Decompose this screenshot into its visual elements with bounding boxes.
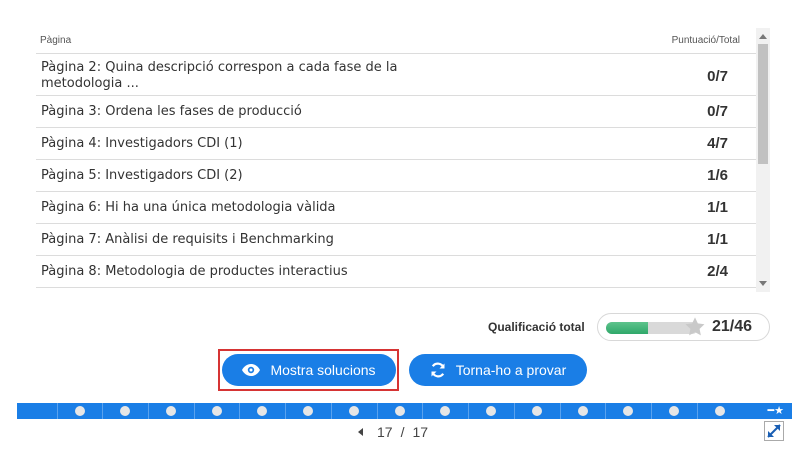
row-title: Pàgina 6: Hi ha una única metodologia và…	[41, 199, 336, 215]
pager-separator: /	[400, 424, 405, 440]
pager: 17 / 17	[358, 424, 428, 440]
row-score: 4/7	[707, 135, 728, 152]
total-score-label: Qualificació total	[488, 320, 585, 334]
table-row: Pàgina 3: Ordena les fases de producció …	[36, 96, 756, 128]
page-nav-separator	[148, 403, 149, 419]
scrollbar-thumb[interactable]	[758, 44, 768, 164]
current-page: 17	[377, 424, 393, 440]
refresh-icon	[431, 362, 445, 378]
page-nav-separator	[102, 403, 103, 419]
row-title: Pàgina 4: Investigadors CDI (1)	[41, 135, 243, 151]
row-title: Pàgina 2: Quina descripció correspon a c…	[41, 60, 398, 91]
previous-page-icon[interactable]	[358, 428, 363, 436]
row-title: Pàgina 3: Ordena les fases de producció	[41, 103, 302, 119]
page-nav-dot[interactable]	[257, 406, 267, 416]
row-score: 0/7	[707, 103, 728, 120]
retry-label: Torna-ho a provar	[455, 362, 567, 378]
page-nav-separator	[651, 403, 652, 419]
column-header-score: Puntuació/Total	[671, 35, 740, 46]
row-score: 0/7	[707, 68, 728, 85]
page-nav-separator	[57, 403, 58, 419]
table-row: Pàgina 4: Investigadors CDI (1) 4/7	[36, 128, 756, 160]
results-table-scroll-area[interactable]: Pàgina Puntuació/Total Pàgina 2: Quina d…	[36, 28, 756, 292]
page-nav-dot[interactable]	[715, 406, 725, 416]
row-score: 1/6	[707, 167, 728, 184]
row-score: 2/4	[707, 263, 728, 280]
total-progress-fill	[606, 322, 648, 334]
row-title: Pàgina 5: Investigadors CDI (2)	[41, 167, 243, 183]
row-score: 1/1	[707, 231, 728, 248]
page-nav-separator	[605, 403, 606, 419]
fullscreen-button[interactable]	[764, 421, 784, 441]
results-table: Pàgina Puntuació/Total Pàgina 2: Quina d…	[36, 28, 770, 292]
total-pages: 17	[412, 424, 429, 440]
table-scrollbar[interactable]	[756, 28, 770, 292]
star-icon	[685, 317, 705, 336]
page-nav-dot[interactable]	[486, 406, 496, 416]
page-nav-dot[interactable]	[578, 406, 588, 416]
total-score-box: 21/46	[597, 313, 770, 341]
table-row: Pàgina 7: Anàlisi de requisits i Benchma…	[36, 224, 756, 256]
show-solutions-button[interactable]: Mostra solucions	[222, 354, 396, 386]
show-solutions-label: Mostra solucions	[270, 362, 376, 378]
page-nav-separator	[697, 403, 698, 419]
page-navigation-strip[interactable]: ━★	[17, 403, 792, 419]
scroll-down-arrow-icon[interactable]	[759, 281, 767, 286]
page-nav-dot[interactable]	[532, 406, 542, 416]
page-nav-dot[interactable]	[349, 406, 359, 416]
page-nav-separator	[422, 403, 423, 419]
results-star-icon[interactable]: ━★	[768, 404, 784, 417]
page-nav-dot[interactable]	[440, 406, 450, 416]
table-row: Pàgina 8: Metodologia de productes inter…	[36, 256, 756, 288]
row-title: Pàgina 7: Anàlisi de requisits i Benchma…	[41, 231, 334, 247]
page-nav-dot[interactable]	[623, 406, 633, 416]
retry-button[interactable]: Torna-ho a provar	[409, 354, 587, 386]
page-nav-dot[interactable]	[75, 406, 85, 416]
page-nav-separator	[331, 403, 332, 419]
page-nav-separator	[285, 403, 286, 419]
page-nav-dot[interactable]	[212, 406, 222, 416]
page-nav-dot[interactable]	[166, 406, 176, 416]
page-nav-separator	[468, 403, 469, 419]
page-nav-separator	[194, 403, 195, 419]
column-header-page: Pàgina	[40, 35, 72, 46]
page-nav-separator	[514, 403, 515, 419]
table-row: Pàgina 2: Quina descripció correspon a c…	[36, 54, 756, 96]
page-nav-dot[interactable]	[669, 406, 679, 416]
total-score-value: 21/46	[712, 318, 753, 335]
scroll-up-arrow-icon[interactable]	[759, 34, 767, 39]
page-nav-separator	[560, 403, 561, 419]
table-row: Pàgina 6: Hi ha una única metodologia và…	[36, 192, 756, 224]
page-nav-dot[interactable]	[303, 406, 313, 416]
page-nav-dot[interactable]	[120, 406, 130, 416]
page-nav-separator	[377, 403, 378, 419]
row-title: Pàgina 8: Metodologia de productes inter…	[41, 263, 348, 279]
expand-icon	[767, 424, 781, 438]
page-nav-dot[interactable]	[395, 406, 405, 416]
page-nav-separator	[239, 403, 240, 419]
eye-icon	[242, 364, 261, 376]
table-header: Pàgina Puntuació/Total	[36, 28, 756, 54]
row-score: 1/1	[707, 199, 728, 216]
table-row: Pàgina 5: Investigadors CDI (2) 1/6	[36, 160, 756, 192]
